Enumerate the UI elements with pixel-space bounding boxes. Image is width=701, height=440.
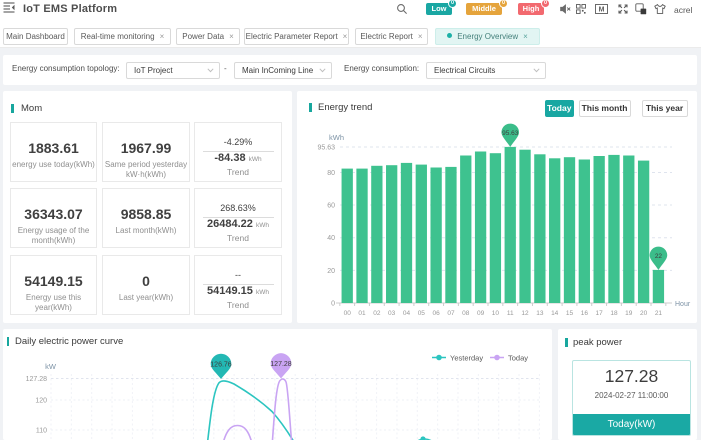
svg-text:kW: kW	[45, 362, 57, 371]
svg-text:08: 08	[462, 310, 470, 317]
svg-text:Yesterday: Yesterday	[450, 354, 483, 363]
svg-text:0: 0	[331, 301, 335, 308]
svg-text:16: 16	[581, 310, 589, 317]
svg-text:Today: Today	[508, 354, 528, 363]
svg-text:13: 13	[536, 310, 544, 317]
svg-text:09: 09	[477, 310, 485, 317]
svg-text:60: 60	[327, 203, 335, 210]
svg-text:15: 15	[566, 310, 574, 317]
svg-text:01: 01	[358, 310, 366, 317]
svg-text:19: 19	[625, 310, 633, 317]
svg-text:17: 17	[596, 310, 604, 317]
svg-text:07: 07	[447, 310, 455, 317]
svg-text:95.63: 95.63	[502, 130, 519, 137]
svg-text:04: 04	[403, 310, 411, 317]
svg-text:kWh: kWh	[329, 133, 344, 142]
svg-text:10: 10	[492, 310, 500, 317]
svg-text:00: 00	[344, 310, 352, 317]
svg-text:20: 20	[327, 268, 335, 275]
svg-text:126.76: 126.76	[210, 362, 232, 369]
svg-text:Hour: Hour	[675, 301, 691, 308]
svg-text:11: 11	[507, 310, 514, 317]
svg-text:03: 03	[388, 310, 396, 317]
svg-text:22: 22	[655, 253, 663, 260]
svg-text:14: 14	[551, 310, 559, 317]
svg-text:18: 18	[610, 310, 618, 317]
svg-text:127.28: 127.28	[26, 376, 48, 383]
svg-text:02: 02	[373, 310, 381, 317]
svg-text:21: 21	[655, 310, 663, 317]
svg-text:06: 06	[433, 310, 441, 317]
svg-text:110: 110	[36, 428, 47, 435]
svg-text:40: 40	[327, 235, 335, 242]
svg-text:95.63: 95.63	[317, 145, 335, 152]
svg-text:12: 12	[521, 310, 529, 317]
svg-text:127.28: 127.28	[270, 361, 292, 368]
svg-text:M: M	[599, 7, 605, 14]
svg-text:20: 20	[640, 310, 648, 317]
svg-text:05: 05	[418, 310, 426, 317]
svg-text:120: 120	[35, 398, 47, 405]
svg-text:80: 80	[327, 170, 335, 177]
